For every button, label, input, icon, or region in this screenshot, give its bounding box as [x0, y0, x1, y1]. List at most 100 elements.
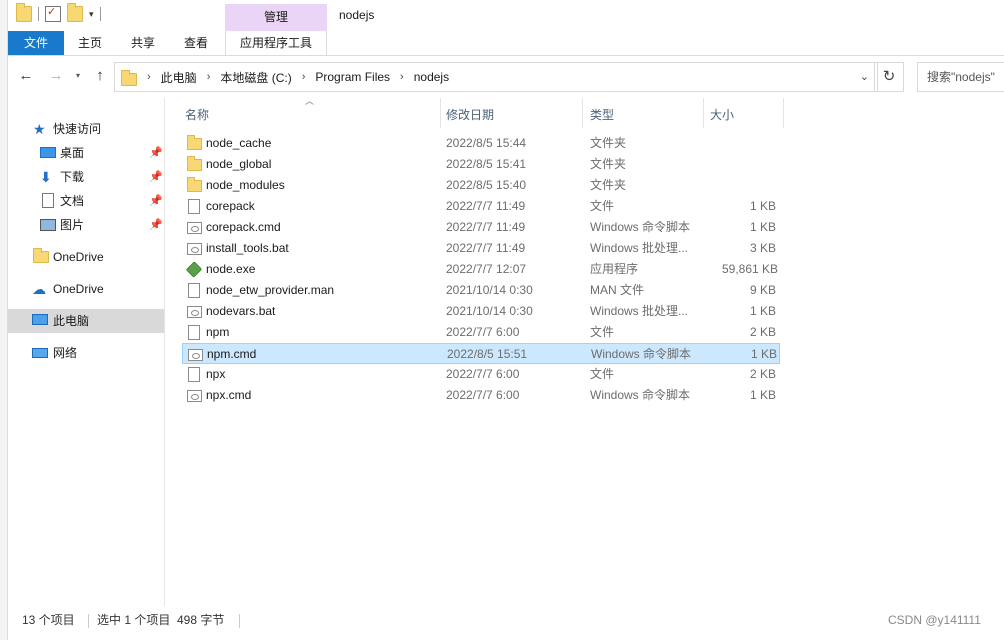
sidebar-item-documents[interactable]: 文档 📌	[8, 189, 164, 213]
file-row[interactable]: npm 2022/7/7 6:00 文件 2 KB	[182, 322, 780, 343]
file-type: Windows 命令脚本	[590, 220, 691, 234]
breadcrumb-local-disk[interactable]: 本地磁盘 (C:)	[216, 69, 295, 86]
address-dropdown-chevron-icon[interactable]: ⌄	[860, 70, 869, 83]
search-input[interactable]: 搜索"nodejs"	[917, 62, 1004, 92]
file-modified-date: 2021/10/14 0:30	[446, 283, 533, 297]
column-header-type[interactable]: 类型	[585, 98, 704, 128]
file-row[interactable]: node_global 2022/8/5 15:41 文件夹	[182, 154, 780, 175]
file-name: npx.cmd	[206, 388, 252, 402]
file-row[interactable]: node_modules 2022/8/5 15:40 文件夹	[182, 175, 780, 196]
folder-icon[interactable]	[16, 3, 32, 22]
breadcrumb-chevron-icon[interactable]: ›	[296, 71, 312, 83]
file-size: 3 KB	[749, 241, 776, 255]
tab-application-tools[interactable]: 应用程序工具	[225, 31, 327, 55]
file-type: 文件夹	[590, 136, 627, 150]
file-name: npx	[206, 367, 226, 381]
sidebar-item-label: 快速访问	[53, 122, 102, 136]
tab-share[interactable]: 共享	[119, 31, 167, 55]
file-row[interactable]: npx 2022/7/7 6:00 文件 2 KB	[182, 364, 780, 385]
tab-file[interactable]: 文件	[8, 31, 64, 55]
file-row[interactable]: nodevars.bat 2021/10/14 0:30 Windows 批处理..…	[182, 301, 780, 322]
file-row[interactable]: node_etw_provider.man 2021/10/14 0:30 MAN …	[182, 280, 780, 301]
refresh-button[interactable]: ↻	[874, 62, 904, 92]
sidebar-item-downloads[interactable]: ⬇ 下载 📌	[8, 165, 164, 189]
up-arrow-icon[interactable]: ↑	[92, 68, 108, 84]
forward-arrow-icon[interactable]: →	[48, 68, 64, 84]
file-modified-date: 2022/7/7 6:00	[446, 367, 520, 381]
sidebar-item-onedrive-folder[interactable]: OneDrive	[8, 245, 164, 269]
file-type: Windows 批处理...	[590, 304, 689, 318]
breadcrumb-program-files[interactable]: Program Files	[311, 70, 394, 84]
file-modified-date: 2022/7/7 11:49	[446, 220, 526, 234]
column-headers: ︿ 名称 修改日期 类型 大小	[165, 96, 785, 128]
file-name: install_tools.bat	[206, 241, 289, 255]
node-app-icon	[185, 261, 203, 278]
sidebar-item-label: 下载	[60, 170, 85, 184]
file-size: 2 KB	[749, 367, 776, 381]
selection-info: 选中 1 个项目 498 字节	[97, 613, 225, 627]
folder-icon	[33, 248, 49, 263]
watermark: CSDN @y141111	[888, 613, 981, 627]
breadcrumb-chevron-icon[interactable]: ›	[394, 71, 410, 83]
customize-toolbar-chevron-icon[interactable]: ▾	[89, 9, 94, 20]
column-header-size[interactable]: 大小	[705, 98, 784, 128]
back-arrow-icon[interactable]: ←	[18, 68, 34, 84]
file-modified-date: 2022/7/7 6:00	[446, 388, 520, 402]
desktop-icon	[40, 147, 56, 158]
tab-home[interactable]: 主页	[66, 31, 114, 55]
sidebar-item-desktop[interactable]: 桌面 📌	[8, 141, 164, 165]
manage-contextual-tab: 管理	[225, 4, 327, 31]
script-file-icon	[187, 222, 202, 234]
recent-locations-chevron-icon[interactable]: ▾	[70, 68, 86, 84]
file-row[interactable]: node_cache 2022/8/5 15:44 文件夹	[182, 133, 780, 154]
file-icon	[188, 367, 200, 382]
file-type: MAN 文件	[590, 283, 645, 297]
file-row[interactable]: corepack 2022/7/7 11:49 文件 1 KB	[182, 196, 780, 217]
item-count: 13 个项目	[22, 613, 75, 627]
new-folder-icon[interactable]	[67, 3, 83, 22]
file-row[interactable]: node.exe 2022/7/7 12:07 应用程序 59,861 KB	[182, 259, 780, 280]
sidebar-item-pictures[interactable]: 图片 📌	[8, 213, 164, 237]
sidebar-item-label: 文档	[60, 194, 85, 208]
file-name: corepack.cmd	[206, 220, 281, 234]
file-row[interactable]: install_tools.bat 2022/7/7 11:49 Windows 批…	[182, 238, 780, 259]
file-type: Windows 批处理...	[590, 241, 689, 255]
file-name: nodevars.bat	[206, 304, 276, 318]
file-size: 1 KB	[749, 304, 776, 318]
breadcrumb: › 此电脑 › 本地磁盘 (C:) › Program Files › node…	[141, 63, 453, 91]
breadcrumb-chevron-icon[interactable]: ›	[201, 71, 217, 83]
file-row[interactable]: npm.cmd 2022/8/5 15:51 Windows 命令脚本 1 KB	[182, 343, 780, 364]
status-divider	[88, 614, 89, 628]
column-header-date[interactable]: 修改日期	[441, 98, 583, 128]
breadcrumb-this-pc[interactable]: 此电脑	[157, 69, 201, 86]
file-name: node_global	[206, 157, 272, 171]
tab-view[interactable]: 查看	[172, 31, 220, 55]
sidebar-item-quick-access[interactable]: ★ 快速访问	[8, 117, 164, 141]
file-modified-date: 2022/7/7 11:49	[446, 241, 526, 255]
column-header-name[interactable]: 名称	[180, 98, 441, 128]
file-type: Windows 命令脚本	[590, 388, 691, 402]
breadcrumb-chevron-icon[interactable]: ›	[141, 71, 157, 83]
sidebar-item-onedrive[interactable]: ☁ OneDrive	[8, 277, 164, 301]
download-icon: ⬇	[40, 169, 52, 185]
file-row[interactable]: corepack.cmd 2022/7/7 11:49 Windows 命令脚本 1 …	[182, 217, 780, 238]
file-size: 1 KB	[749, 220, 776, 234]
window-title: nodejs	[339, 8, 375, 22]
folder-icon	[187, 177, 202, 192]
toolbar-divider	[99, 7, 101, 21]
breadcrumb-nodejs[interactable]: nodejs	[410, 70, 453, 84]
file-row[interactable]: npx.cmd 2022/7/7 6:00 Windows 命令脚本 1 KB	[182, 385, 780, 406]
file-modified-date: 2022/7/7 12:07	[446, 262, 527, 276]
star-icon: ★	[33, 121, 46, 137]
file-name: node.exe	[206, 262, 256, 276]
script-file-icon	[187, 390, 202, 402]
this-pc-icon	[32, 314, 48, 325]
address-bar[interactable]: › 此电脑 › 本地磁盘 (C:) › Program Files › node…	[114, 62, 878, 92]
pin-icon: 📌	[149, 147, 163, 159]
title-bar: ▾ 管理 nodejs	[8, 0, 1004, 31]
properties-icon[interactable]	[45, 5, 61, 22]
file-name: corepack	[206, 199, 255, 213]
file-size: 1 KB	[749, 199, 776, 213]
sidebar-item-this-pc[interactable]: 此电脑	[8, 309, 164, 333]
sidebar-item-network[interactable]: 网络	[8, 341, 164, 365]
